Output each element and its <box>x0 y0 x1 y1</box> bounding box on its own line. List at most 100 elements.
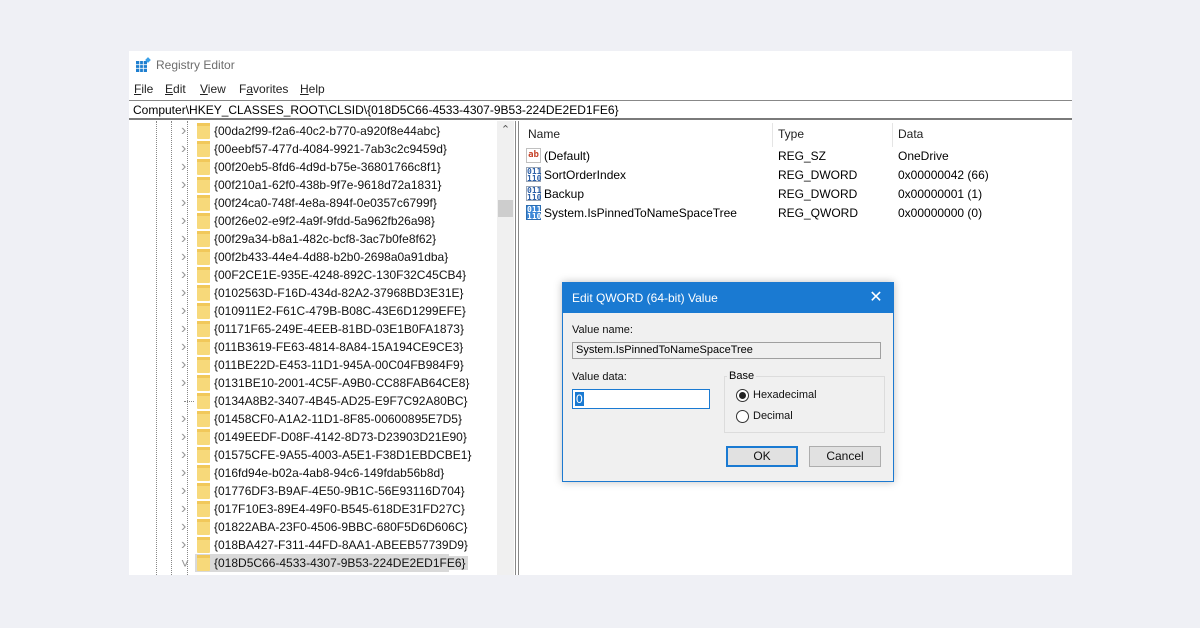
chevron-right-icon[interactable]: › <box>181 123 193 139</box>
chevron-right-icon[interactable]: › <box>181 267 193 283</box>
pane-splitter[interactable] <box>515 121 519 575</box>
value-row[interactable]: 011 110 System.IsPinnedToNameSpaceTree REG… <box>520 204 1060 223</box>
chevron-right-icon[interactable]: › <box>181 375 193 391</box>
tree-item[interactable]: › {0149EEDF-D08F-4142-8D73-D23903D21E90} <box>129 428 499 446</box>
tree-item[interactable]: › {0102563D-F16D-434d-82A2-37968BD3E31E} <box>129 284 499 302</box>
chevron-right-icon[interactable]: › <box>181 519 193 535</box>
column-header-data[interactable]: Data <box>898 127 923 141</box>
value-data-input[interactable]: 0 <box>572 389 710 409</box>
scroll-up-icon[interactable]: ⌃ <box>497 123 514 137</box>
chevron-right-icon[interactable]: › <box>181 231 193 247</box>
decimal-label[interactable]: Decimal <box>753 410 793 422</box>
tree-item[interactable]: › {01822ABA-23F0-4506-9BBC-680F5D6D606C} <box>129 518 499 536</box>
ok-button[interactable]: OK <box>726 446 798 467</box>
menu-favorites[interactable]: Favorites <box>239 82 288 96</box>
tree-item-label: {00f2b433-44e4-4d88-b2b0-2698a0a91dba} <box>214 250 449 264</box>
tree-item[interactable]: › {00f2b433-44e4-4d88-b2b0-2698a0a91dba} <box>129 248 499 266</box>
tree-item[interactable]: › {01776DF3-B9AF-4E50-9B1C-56E93116D704} <box>129 482 499 500</box>
tree-item-label: {00f210a1-62f0-438b-9f7e-9618d72a1831} <box>214 178 442 192</box>
folder-icon <box>197 411 210 427</box>
tree-item[interactable]: › {01458CF0-A1A2-11D1-8F85-00600895E7D5} <box>129 410 499 428</box>
chevron-right-icon[interactable]: › <box>181 321 193 337</box>
tree-item[interactable]: › {016fd94e-b02a-4ab8-94c6-149fdab56b8d} <box>129 464 499 482</box>
address-path[interactable]: Computer\HKEY_CLASSES_ROOT\CLSID\{018D5C… <box>133 103 619 117</box>
value-row[interactable]: 011 110 SortOrderIndex REG_DWORD 0x00000042… <box>520 166 1060 185</box>
hexadecimal-label[interactable]: Hexadecimal <box>753 389 817 401</box>
tree-item[interactable]: › {01171F65-249E-4EEB-81BD-03E1B0FA1873} <box>129 320 499 338</box>
tree-item-label: {017F10E3-89E4-49F0-B545-618DE31FD27C} <box>214 502 465 516</box>
chevron-right-icon[interactable]: › <box>181 483 193 499</box>
chevron-right-icon[interactable]: › <box>181 141 193 157</box>
chevron-right-icon[interactable]: › <box>181 537 193 553</box>
chevron-right-icon[interactable]: › <box>181 447 193 463</box>
tree-item-label: {010911E2-F61C-479B-B08C-43E6D1299EFE} <box>214 304 466 318</box>
tree-item[interactable]: › {00f20eb5-8fd6-4d9d-b75e-36801766c8f1} <box>129 158 499 176</box>
chevron-right-icon[interactable]: › <box>181 213 193 229</box>
folder-icon <box>197 231 210 247</box>
menu-file[interactable]: File <box>134 82 153 96</box>
address-bar[interactable]: Computer\HKEY_CLASSES_ROOT\CLSID\{018D5C… <box>129 100 1072 120</box>
tree-item-label: {01458CF0-A1A2-11D1-8F85-00600895E7D5} <box>214 412 462 426</box>
chevron-right-icon[interactable]: › <box>181 429 193 445</box>
tree-item[interactable]: › {011BE22D-E453-11D1-945A-00C04FB984F9} <box>129 356 499 374</box>
value-data-selected-text: 0 <box>575 392 584 406</box>
folder-icon <box>197 537 210 553</box>
tree-item[interactable]: › {0131BE10-2001-4C5F-A9B0-CC88FAB64CE8} <box>129 374 499 392</box>
folder-icon <box>197 303 210 319</box>
tree-item[interactable]: › {00f24ca0-748f-4e8a-894f-0e0357c6799f} <box>129 194 499 212</box>
tree-item[interactable]: › {00F2CE1E-935E-4248-892C-130F32C45CB4} <box>129 266 499 284</box>
chevron-right-icon[interactable]: › <box>181 249 193 265</box>
tree-item[interactable]: › {018BA427-F311-44FD-8AA1-ABEEB57739D9} <box>129 536 499 554</box>
tree-item[interactable]: › {017F10E3-89E4-49F0-B545-618DE31FD27C} <box>129 500 499 518</box>
decimal-radio[interactable] <box>736 410 749 423</box>
cancel-button[interactable]: Cancel <box>809 446 881 467</box>
value-data: 0x00000001 (1) <box>898 187 983 201</box>
tree-item[interactable]: › {00f29a34-b8a1-482c-bcf8-3ac7b0fe8f62} <box>129 230 499 248</box>
column-header-name[interactable]: Name <box>528 127 560 141</box>
chevron-right-icon[interactable]: › <box>181 465 193 481</box>
tree-item-label: {0102563D-F16D-434d-82A2-37968BD3E31E} <box>214 286 464 300</box>
value-row[interactable]: ab (Default) REG_SZ OneDrive <box>520 147 1060 166</box>
chevron-right-icon[interactable]: › <box>181 285 193 301</box>
chevron-right-icon[interactable]: › <box>181 411 193 427</box>
column-separator[interactable] <box>772 123 773 147</box>
tree-item-label: {00eebf57-477d-4084-9921-7ab3c2c9459d} <box>214 142 447 156</box>
tree-item[interactable]: › {00f26e02-e9f2-4a9f-9fdd-5a962fb26a98} <box>129 212 499 230</box>
folder-icon <box>197 123 210 139</box>
folder-icon <box>197 501 210 517</box>
chevron-right-icon[interactable]: › <box>181 339 193 355</box>
value-row[interactable]: 011 110 Backup REG_DWORD 0x00000001 (1) <box>520 185 1060 204</box>
chevron-right-icon[interactable]: › <box>181 177 193 193</box>
tree-item[interactable]: › {01575CFE-9A55-4003-A5E1-F38D1EBDCBE1} <box>129 446 499 464</box>
value-data-label: Value data: <box>572 371 627 383</box>
chevron-right-icon[interactable]: › <box>181 357 193 373</box>
chevron-right-icon[interactable]: › <box>181 501 193 517</box>
folder-icon <box>197 159 210 175</box>
column-separator[interactable] <box>892 123 893 147</box>
tree-item-label: {01171F65-249E-4EEB-81BD-03E1B0FA1873} <box>214 322 464 336</box>
chevron-down-icon[interactable]: ˅ <box>181 556 193 570</box>
menu-help[interactable]: Help <box>300 82 325 96</box>
tree-item[interactable]: › {00f210a1-62f0-438b-9f7e-9618d72a1831} <box>129 176 499 194</box>
close-icon[interactable]: ✕ <box>865 287 887 309</box>
tree-item[interactable]: ˅ {018D5C66-4533-4307-9B53-224DE2ED1FE6} <box>129 554 499 572</box>
tree-item[interactable]: › {010911E2-F61C-479B-B08C-43E6D1299EFE} <box>129 302 499 320</box>
chevron-right-icon[interactable]: › <box>181 195 193 211</box>
chevron-right-icon[interactable]: › <box>181 159 193 175</box>
scroll-thumb[interactable] <box>498 200 513 217</box>
chevron-right-icon[interactable]: › <box>181 303 193 319</box>
tree-item[interactable]: › {00eebf57-477d-4084-9921-7ab3c2c9459d} <box>129 140 499 158</box>
menu-view[interactable]: View <box>200 82 226 96</box>
tree-item[interactable]: › {011B3619-FE63-4814-8A84-15A194CE9CE3} <box>129 338 499 356</box>
tree-scrollbar[interactable]: ⌃ <box>497 121 514 575</box>
tree-item-label: {016fd94e-b02a-4ab8-94c6-149fdab56b8d} <box>214 466 445 480</box>
hexadecimal-radio[interactable] <box>736 389 749 402</box>
column-header-type[interactable]: Type <box>778 127 804 141</box>
menu-edit[interactable]: Edit <box>165 82 186 96</box>
tree-item[interactable]: {0134A8B2-3407-4B45-AD25-E9F7C92A80BC} <box>129 392 499 410</box>
string-value-icon: ab <box>526 148 541 163</box>
value-type: REG_DWORD <box>778 187 858 201</box>
tree-item-label: {00F2CE1E-935E-4248-892C-130F32C45CB4} <box>214 268 467 282</box>
folder-icon <box>197 519 210 535</box>
tree-item[interactable]: › {00da2f99-f2a6-40c2-b770-a920f8e44abc} <box>129 122 499 140</box>
